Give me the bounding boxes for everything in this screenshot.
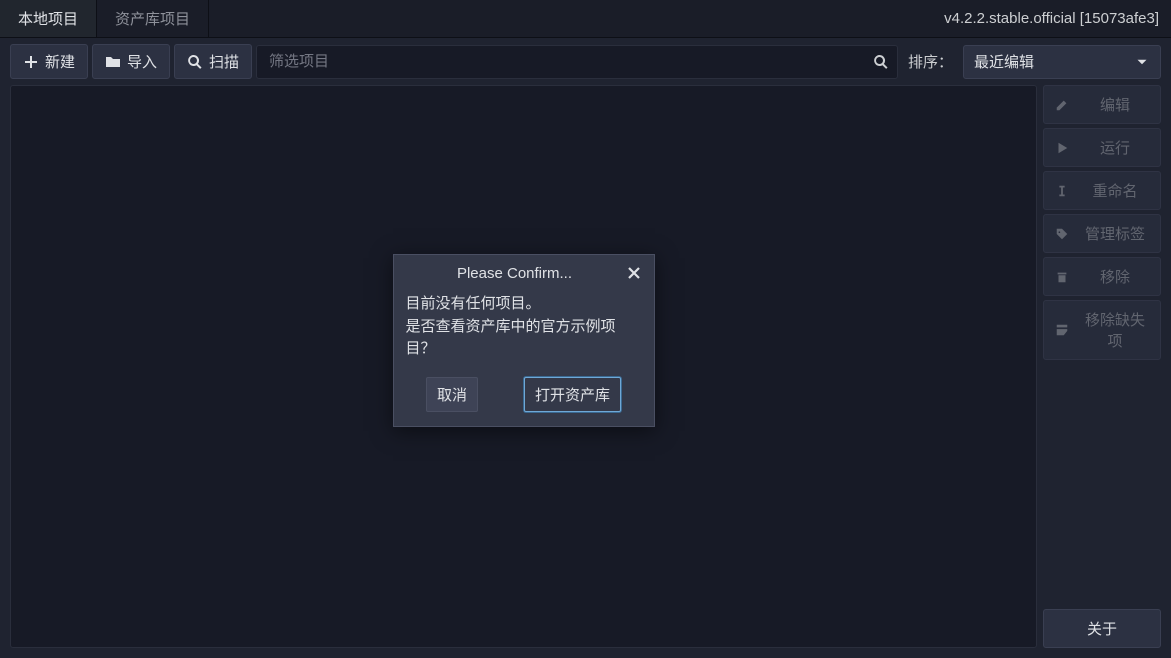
import-button-label: 导入 [127, 51, 157, 72]
new-button[interactable]: 新建 [10, 44, 88, 79]
tag-icon [1054, 226, 1070, 242]
about-button[interactable]: 关于 [1043, 609, 1161, 648]
tabs: 本地项目 资产库项目 [0, 0, 209, 37]
manage-tags-button[interactable]: 管理标签 [1043, 214, 1161, 253]
search-icon [187, 54, 203, 70]
tab-asset-library-projects[interactable]: 资产库项目 [97, 0, 209, 37]
edit-label: 编辑 [1080, 94, 1150, 115]
toolbar: 新建 导入 扫描 排序： 最近编辑 [0, 38, 1171, 85]
filter-input[interactable] [265, 47, 873, 76]
dialog-body: 目前没有任何项目。 是否查看资产库中的官方示例项目？ [394, 289, 654, 371]
confirm-dialog: Please Confirm... 目前没有任何项目。 是否查看资产库中的官方示… [393, 254, 655, 427]
trash-icon [1054, 269, 1070, 285]
project-list: Please Confirm... 目前没有任何项目。 是否查看资产库中的官方示… [10, 85, 1037, 648]
tab-local-projects[interactable]: 本地项目 [0, 0, 97, 37]
edit-button[interactable]: 编辑 [1043, 85, 1161, 124]
about-label: 关于 [1054, 618, 1150, 639]
dialog-line2: 是否查看资产库中的官方示例项目？ [406, 316, 642, 361]
open-asset-library-button[interactable]: 打开资产库 [524, 377, 621, 412]
play-icon [1054, 140, 1070, 156]
filter-input-wrap[interactable] [256, 45, 898, 79]
close-icon [624, 265, 644, 281]
scan-button-label: 扫描 [209, 51, 239, 72]
rename-label: 重命名 [1080, 180, 1150, 201]
run-button[interactable]: 运行 [1043, 128, 1161, 167]
main-area: Please Confirm... 目前没有任何项目。 是否查看资产库中的官方示… [0, 85, 1171, 658]
remove-button[interactable]: 移除 [1043, 257, 1161, 296]
rename-button[interactable]: 重命名 [1043, 171, 1161, 210]
dialog-title-text: Please Confirm... [406, 265, 624, 282]
dialog-overlay: Please Confirm... 目前没有任何项目。 是否查看资产库中的官方示… [11, 86, 1036, 647]
new-button-label: 新建 [45, 51, 75, 72]
remove-missing-label: 移除缺失项 [1080, 309, 1150, 351]
remove-missing-icon [1054, 322, 1070, 338]
remove-label: 移除 [1080, 266, 1150, 287]
sort-select[interactable]: 最近编辑 [963, 45, 1161, 79]
import-button[interactable]: 导入 [92, 44, 170, 79]
remove-missing-button[interactable]: 移除缺失项 [1043, 300, 1161, 360]
top-bar: 本地项目 资产库项目 v4.2.2.stable.official [15073… [0, 0, 1171, 38]
dialog-actions: 取消 打开资产库 [394, 371, 654, 426]
run-label: 运行 [1080, 137, 1150, 158]
folder-icon [105, 54, 121, 70]
cancel-button[interactable]: 取消 [426, 377, 478, 412]
sidebar: 编辑 运行 重命名 管理标签 [1043, 85, 1161, 648]
dialog-line1: 目前没有任何项目。 [406, 293, 642, 316]
manage-tags-label: 管理标签 [1080, 223, 1150, 244]
pencil-icon [1054, 97, 1070, 113]
chevron-down-icon [1134, 54, 1150, 70]
search-icon [873, 54, 889, 70]
dialog-titlebar: Please Confirm... [394, 255, 654, 289]
plus-icon [23, 54, 39, 70]
version-label: v4.2.2.stable.official [15073afe3] [944, 10, 1171, 27]
sort-selected-value: 最近编辑 [974, 51, 1034, 72]
text-cursor-icon [1054, 183, 1070, 199]
sort-label: 排序： [902, 51, 959, 72]
scan-button[interactable]: 扫描 [174, 44, 252, 79]
close-button[interactable] [624, 263, 644, 283]
